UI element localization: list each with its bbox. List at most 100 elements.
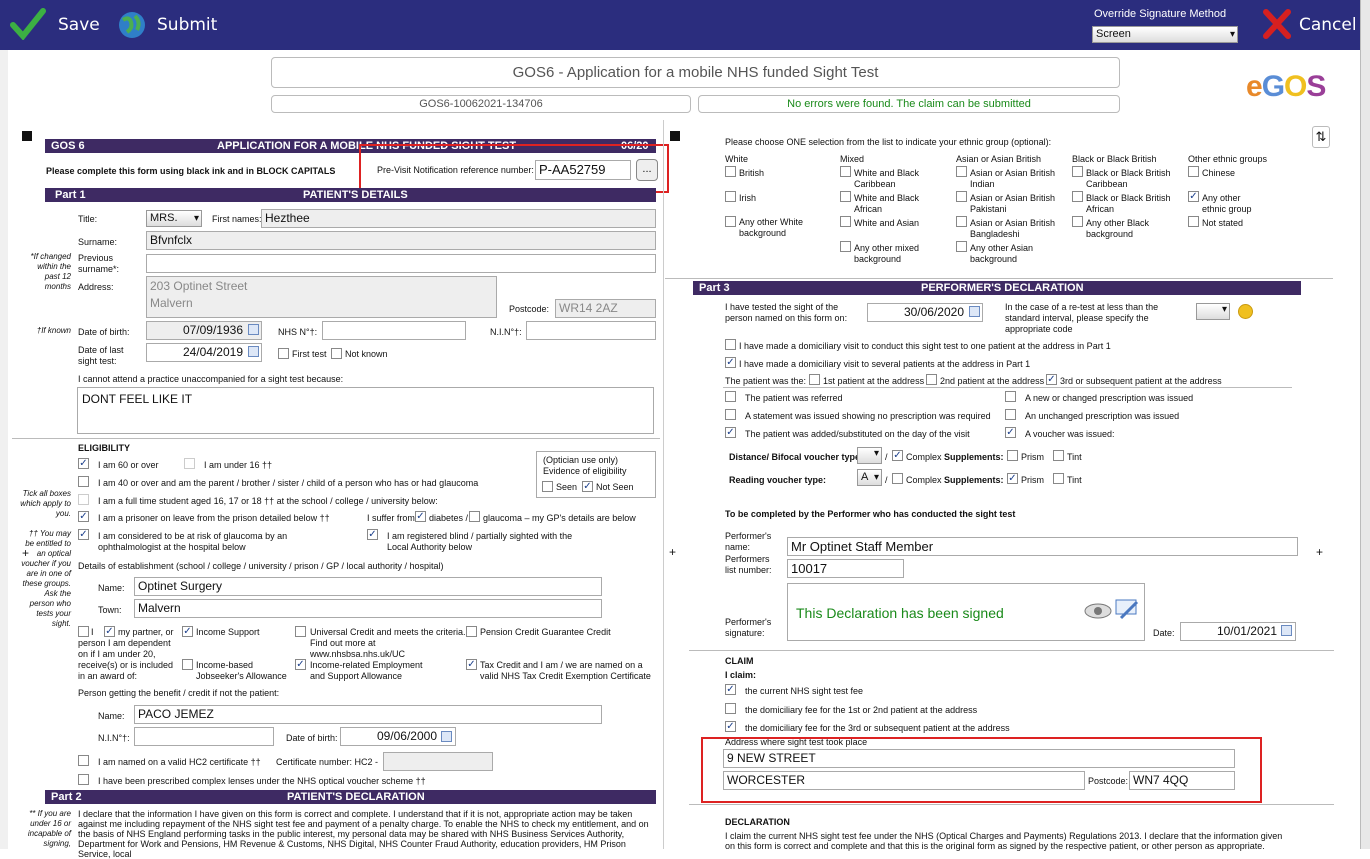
dist-prism-checkbox[interactable] xyxy=(1007,450,1018,461)
claim-dom12-checkbox[interactable] xyxy=(725,703,736,714)
eth-not-stated-checkbox[interactable] xyxy=(1188,216,1199,227)
read-prism-checkbox[interactable]: ✓ xyxy=(1007,473,1018,484)
e60-checkbox[interactable]: ✓ xyxy=(78,458,89,469)
pension-credit-checkbox[interactable] xyxy=(466,626,477,637)
signature-date-input[interactable]: 10/01/2021 xyxy=(1180,622,1296,641)
eth-any-other-checkbox[interactable]: ✓ xyxy=(1188,191,1199,202)
lightning-icon[interactable] xyxy=(1238,304,1253,319)
eth-other-white-checkbox[interactable] xyxy=(725,216,736,227)
diabetes-checkbox[interactable]: ✓ xyxy=(415,511,426,522)
address-input[interactable]: 203 Optinet Street Malvern xyxy=(146,276,497,318)
hc2-checkbox[interactable] xyxy=(78,755,89,766)
not-known-checkbox[interactable] xyxy=(331,348,342,359)
swap-icon[interactable]: ⇅ xyxy=(1312,126,1330,148)
est-name-input[interactable]: Optinet Surgery xyxy=(134,577,602,596)
complex-lens-checkbox[interactable] xyxy=(78,774,89,785)
eth-african-checkbox[interactable] xyxy=(1072,191,1083,202)
pw1-checkbox[interactable] xyxy=(809,374,820,385)
title-select[interactable]: MRS. xyxy=(146,210,202,227)
eth-other-black-checkbox[interactable] xyxy=(1072,216,1083,227)
e16-checkbox[interactable] xyxy=(184,458,195,469)
unchanged-rx-checkbox[interactable] xyxy=(1005,409,1016,420)
pw3-checkbox[interactable]: ✓ xyxy=(1046,374,1057,385)
glaucoma-checkbox[interactable] xyxy=(469,511,480,522)
read-complex-checkbox[interactable] xyxy=(892,473,903,484)
eth-irish-checkbox[interactable] xyxy=(725,191,736,202)
eth-indian-checkbox[interactable] xyxy=(956,166,967,177)
statement-checkbox[interactable] xyxy=(725,409,736,420)
expand-plus[interactable]: + xyxy=(22,547,29,559)
ben-nin-input[interactable] xyxy=(134,727,274,746)
read-tint-checkbox[interactable] xyxy=(1053,473,1064,484)
prev-surname-input[interactable] xyxy=(146,254,656,273)
first-test-checkbox[interactable] xyxy=(278,348,289,359)
calendar-icon[interactable] xyxy=(248,346,259,357)
eth-other-mixed-checkbox[interactable] xyxy=(840,241,851,252)
seen-checkbox[interactable] xyxy=(542,481,553,492)
ben-dob-input[interactable]: 09/06/2000 xyxy=(340,727,456,746)
eth-wbc-checkbox[interactable] xyxy=(840,166,851,177)
eth-wba-checkbox[interactable] xyxy=(840,191,851,202)
calendar-icon[interactable] xyxy=(969,306,980,317)
view-icon[interactable] xyxy=(1084,602,1112,620)
calendar-icon[interactable] xyxy=(1281,625,1292,636)
override-signature-select[interactable]: Screen xyxy=(1092,26,1238,43)
ben-name-input[interactable]: PACO JEMEZ xyxy=(134,705,602,724)
voucher-checkbox[interactable]: ✓ xyxy=(1005,427,1016,438)
save-button[interactable]: Save xyxy=(10,8,100,42)
eth-pakistani-checkbox[interactable] xyxy=(956,191,967,202)
eth-caribbean-checkbox[interactable] xyxy=(1072,166,1083,177)
new-rx-checkbox[interactable] xyxy=(1005,391,1016,402)
distance-voucher-select[interactable] xyxy=(857,447,882,464)
dom1-checkbox[interactable] xyxy=(725,339,736,350)
risk-checkbox[interactable]: ✓ xyxy=(78,529,89,540)
eth-bangladeshi-checkbox[interactable] xyxy=(956,216,967,227)
dob-input[interactable]: 07/09/1936 xyxy=(146,321,262,340)
eth-other-asian-checkbox[interactable] xyxy=(956,241,967,252)
expand-plus[interactable]: + xyxy=(1316,546,1323,558)
added-checkbox[interactable]: ✓ xyxy=(725,427,736,438)
edit-signature-icon[interactable] xyxy=(1115,598,1141,622)
eth-wa-checkbox[interactable] xyxy=(840,216,851,227)
referred-checkbox[interactable] xyxy=(725,391,736,402)
dist-complex-checkbox[interactable]: ✓ xyxy=(892,450,903,461)
expand-plus[interactable]: + xyxy=(669,546,676,558)
jsa-checkbox[interactable] xyxy=(182,659,193,670)
pw2-checkbox[interactable] xyxy=(926,374,937,385)
hc2-cert-input[interactable] xyxy=(383,752,493,771)
first-names-input[interactable]: Hezthee xyxy=(261,209,656,228)
nhs-number-input[interactable] xyxy=(322,321,466,340)
tested-date-input[interactable]: 30/06/2020 xyxy=(867,303,983,322)
submit-button[interactable]: Submit xyxy=(117,8,217,42)
dom2-checkbox[interactable]: ✓ xyxy=(725,357,736,368)
performer-list-input[interactable]: 10017 xyxy=(787,559,904,578)
dist-tint-checkbox[interactable] xyxy=(1053,450,1064,461)
eft-checkbox[interactable] xyxy=(78,494,89,505)
postcode-input[interactable]: WR14 2AZ xyxy=(555,299,656,318)
scrollbar[interactable] xyxy=(1360,0,1370,849)
cancel-button[interactable]: Cancel xyxy=(1262,8,1358,42)
blind-checkbox[interactable]: ✓ xyxy=(367,529,378,540)
tax-credit-checkbox[interactable]: ✓ xyxy=(466,659,477,670)
not-seen-checkbox[interactable]: ✓ xyxy=(582,481,593,492)
reason-textarea[interactable]: DONT FEEL LIKE IT xyxy=(77,387,654,434)
est-town-input[interactable]: Malvern xyxy=(134,599,602,618)
prisoner-checkbox[interactable]: ✓ xyxy=(78,511,89,522)
uc-checkbox[interactable] xyxy=(295,626,306,637)
claim-fee-checkbox[interactable]: ✓ xyxy=(725,684,736,695)
last-test-input[interactable]: 24/04/2019 xyxy=(146,343,262,362)
surname-input[interactable]: Bfvnfclx xyxy=(146,231,656,250)
retest-code-select[interactable] xyxy=(1196,303,1230,320)
eth-chinese-checkbox[interactable] xyxy=(1188,166,1199,177)
e40-checkbox[interactable] xyxy=(78,476,89,487)
performer-name-input[interactable]: Mr Optinet Staff Member xyxy=(787,537,1298,556)
calendar-icon[interactable] xyxy=(248,324,259,335)
eth-british-checkbox[interactable] xyxy=(725,166,736,177)
esa-checkbox[interactable]: ✓ xyxy=(295,659,306,670)
income-support-checkbox[interactable]: ✓ xyxy=(182,626,193,637)
calendar-icon[interactable] xyxy=(441,731,452,742)
claim-dom3-checkbox[interactable]: ✓ xyxy=(725,721,736,732)
reading-voucher-select[interactable]: A xyxy=(857,469,882,486)
signature-box[interactable]: This Declaration has been signed xyxy=(787,583,1145,641)
nin-input[interactable] xyxy=(526,321,656,340)
